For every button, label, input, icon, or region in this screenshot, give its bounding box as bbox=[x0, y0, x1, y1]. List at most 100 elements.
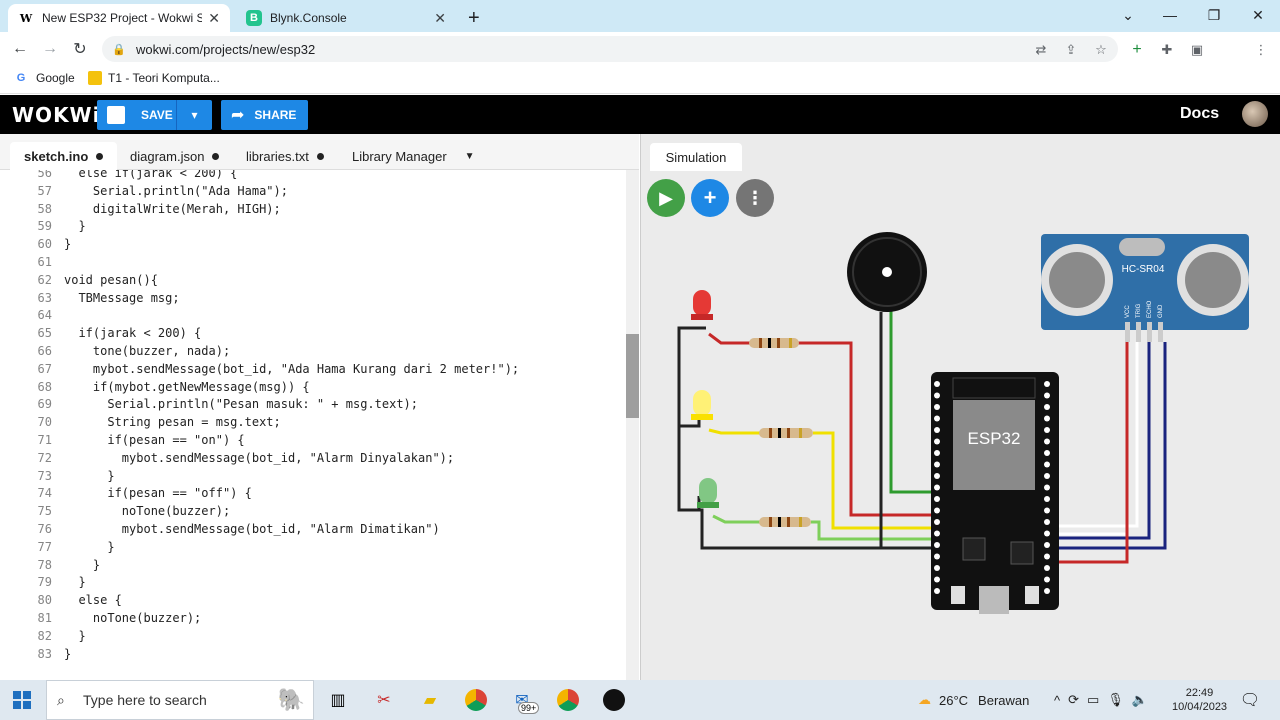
file-explorer-icon[interactable]: ▰ bbox=[418, 688, 442, 712]
code-line[interactable]: 59 } bbox=[0, 217, 626, 235]
system-tray-icons[interactable]: ^ ⟳ ▭ 🎙 🔈 bbox=[1054, 680, 1156, 720]
line-code: digitalWrite(Merah, HIGH); bbox=[64, 201, 281, 216]
code-line[interactable]: 78 } bbox=[0, 556, 626, 574]
chevron-down-icon[interactable]: ⌄ bbox=[1106, 0, 1150, 30]
tab-blynk[interactable]: B Blynk.Console ✕ bbox=[236, 4, 456, 32]
code-line[interactable]: 76 mybot.sendMessage(bot_id, "Alarm Dima… bbox=[0, 520, 626, 538]
play-button[interactable]: ▶ bbox=[647, 179, 685, 217]
snipping-tool-icon[interactable]: ✂ bbox=[372, 688, 396, 712]
menu-dots-icon[interactable]: ⋮ bbox=[1250, 40, 1272, 60]
add-part-button[interactable]: + bbox=[691, 179, 729, 217]
save-button[interactable]: SAVE ▾ bbox=[97, 100, 212, 130]
line-code: String pesan = msg.text; bbox=[64, 415, 281, 430]
code-line[interactable]: 75 noTone(buzzer); bbox=[0, 502, 626, 520]
code-line[interactable]: 83} bbox=[0, 645, 626, 663]
chevron-down-icon[interactable]: ▾ bbox=[176, 100, 212, 130]
code-line[interactable]: 56 else if(jarak < 200) { bbox=[0, 170, 626, 182]
restore-icon[interactable]: ❐ bbox=[1192, 0, 1236, 30]
tab-simulation[interactable]: Simulation bbox=[650, 143, 742, 171]
code-line[interactable]: 80 else { bbox=[0, 591, 626, 609]
address-bar[interactable]: 🔒 wokwi.com/projects/new/esp32 bbox=[102, 36, 1118, 62]
tab-library-manager[interactable]: Library Manager ▼ bbox=[338, 142, 489, 170]
speaker-icon[interactable]: 🔈 bbox=[1132, 692, 1156, 708]
code-line[interactable]: 69 Serial.println("Pesan masuk: " + msg.… bbox=[0, 395, 626, 413]
line-number: 63 bbox=[37, 290, 52, 305]
tab-wokwi[interactable]: W New ESP32 Project - Wokwi Sim ✕ bbox=[8, 4, 230, 32]
weather-temp: 26°C bbox=[939, 692, 969, 708]
code-line[interactable]: 67 mybot.sendMessage(bot_id, "Ada Hama K… bbox=[0, 360, 626, 378]
share-button[interactable]: ➦ SHARE bbox=[221, 100, 308, 130]
window-close-icon[interactable]: ✕ bbox=[1236, 0, 1280, 30]
code-line[interactable]: 65 if(jarak < 200) { bbox=[0, 324, 626, 342]
code-line[interactable]: 62 void pesan(){ bbox=[0, 271, 626, 289]
code-line[interactable]: 81 noTone(buzzer); bbox=[0, 609, 626, 627]
editor-scrollbar[interactable] bbox=[626, 170, 639, 680]
close-icon[interactable]: ✕ bbox=[208, 10, 220, 27]
windows-start-icon[interactable] bbox=[10, 688, 34, 712]
line-number: 64 bbox=[37, 308, 52, 323]
chrome-profile-icon[interactable] bbox=[556, 688, 580, 712]
code-line[interactable]: 64 bbox=[0, 306, 626, 324]
code-line[interactable]: 58 digitalWrite(Merah, HIGH); bbox=[0, 200, 626, 218]
line-code: tone(buzzer, nada); bbox=[64, 344, 231, 358]
close-icon[interactable]: ✕ bbox=[434, 10, 446, 27]
circuit-diagram[interactable]: ESP32 HC-SR04 VCC TRIG ECHO GND bbox=[641, 134, 1280, 680]
code-line[interactable]: 73 } bbox=[0, 467, 626, 485]
scrollbar-thumb[interactable] bbox=[626, 334, 639, 418]
sensor-pin-label: GND bbox=[1158, 304, 1164, 318]
share-page-icon[interactable]: ⇪ bbox=[1060, 40, 1082, 60]
user-avatar[interactable] bbox=[1242, 101, 1268, 127]
taskbar-search[interactable]: ⌕ Type here to search 🐘 bbox=[46, 680, 314, 720]
code-line[interactable]: 72 mybot.sendMessage(bot_id, "Alarm Diny… bbox=[0, 449, 626, 467]
clock[interactable]: 22:49 10/04/2023 bbox=[1172, 680, 1227, 720]
side-panel-icon[interactable]: ▣ bbox=[1186, 40, 1208, 60]
code-line[interactable]: 77 } bbox=[0, 538, 626, 556]
code-line[interactable]: 79 } bbox=[0, 573, 626, 591]
code-line[interactable]: 63 TBMessage msg; bbox=[0, 289, 626, 307]
sync-icon[interactable]: ⟳ bbox=[1068, 692, 1087, 708]
translate-icon[interactable]: ⇄ bbox=[1030, 40, 1052, 60]
chrome-icon[interactable] bbox=[464, 688, 488, 712]
code-line[interactable]: 70 String pesan = msg.text; bbox=[0, 413, 626, 431]
minimize-icon[interactable]: — bbox=[1148, 0, 1192, 30]
code-line[interactable]: 57 Serial.println("Ada Hama"); bbox=[0, 182, 626, 200]
chevron-down-icon[interactable]: ▼ bbox=[465, 151, 475, 162]
extensions-puzzle-icon[interactable]: ✚ bbox=[1156, 40, 1178, 60]
code-editor[interactable]: 56 else if(jarak < 200) {57 Serial.print… bbox=[0, 170, 626, 680]
extension-plus-icon[interactable]: + bbox=[1126, 40, 1148, 60]
tab-diagram-json[interactable]: diagram.json bbox=[116, 142, 233, 170]
docs-link[interactable]: Docs bbox=[1180, 105, 1219, 123]
code-line[interactable]: 82 } bbox=[0, 627, 626, 645]
task-view-icon[interactable]: ▥ bbox=[326, 688, 350, 712]
tab-libraries-txt[interactable]: libraries.txt bbox=[232, 142, 338, 170]
code-line[interactable]: 60} bbox=[0, 235, 626, 253]
weather-widget[interactable]: ☁ 26°C Berawan bbox=[918, 680, 1029, 720]
code-line[interactable]: 66 tone(buzzer, nada); bbox=[0, 342, 626, 360]
bookmark-star-icon[interactable]: ☆ bbox=[1090, 40, 1112, 60]
line-number: 79 bbox=[37, 575, 52, 590]
line-code: mybot.sendMessage(bot_id, "Alarm Dimatik… bbox=[64, 522, 440, 536]
bookmark-folder[interactable]: T1 - Teori Komputa... bbox=[88, 71, 220, 85]
esp32-pin bbox=[1044, 576, 1050, 583]
esp32-pin bbox=[1044, 461, 1050, 468]
esp32-pin bbox=[1044, 392, 1050, 399]
reload-icon[interactable]: ↻ bbox=[68, 38, 92, 60]
esp32-pin bbox=[1044, 565, 1050, 571]
tab-sketch-ino[interactable]: sketch.ino bbox=[10, 142, 118, 170]
more-options-button[interactable]: ⋮ bbox=[736, 179, 774, 217]
code-line[interactable]: 61 bbox=[0, 253, 626, 271]
microphone-icon[interactable]: 🎙 bbox=[1107, 692, 1132, 708]
code-line[interactable]: 68 if(mybot.getNewMessage(msg)) { bbox=[0, 378, 626, 396]
bookmark-google[interactable]: G Google bbox=[14, 71, 75, 85]
back-icon[interactable]: ← bbox=[8, 38, 32, 60]
code-line[interactable]: 74 if(pesan == "off") { bbox=[0, 484, 626, 502]
code-line[interactable]: 71 if(pesan == "on") { bbox=[0, 431, 626, 449]
resistor-3 bbox=[759, 517, 811, 527]
new-tab-button[interactable]: + bbox=[462, 4, 492, 32]
notifications-icon[interactable]: 🗨 bbox=[1238, 688, 1262, 712]
forward-icon[interactable]: → bbox=[38, 38, 62, 60]
chevron-up-icon[interactable]: ^ bbox=[1054, 693, 1068, 708]
mail-icon[interactable]: ✉ 99+ bbox=[510, 688, 540, 714]
recorder-icon[interactable] bbox=[602, 688, 626, 712]
battery-icon[interactable]: ▭ bbox=[1087, 692, 1107, 708]
